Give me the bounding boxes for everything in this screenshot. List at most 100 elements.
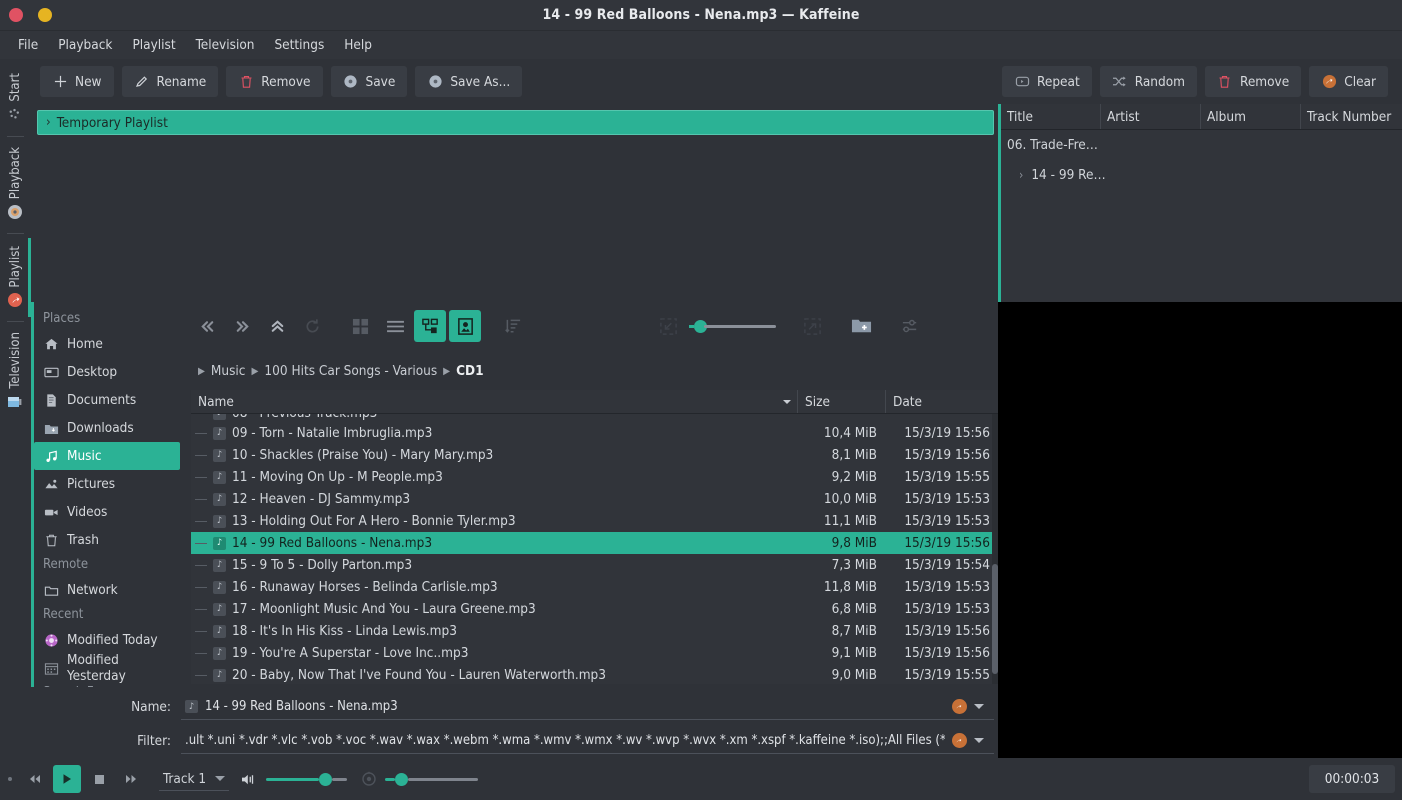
places-item-music[interactable]: Music [34,442,180,470]
places-item-network[interactable]: Network [34,576,180,604]
breadcrumb-item-cd1[interactable]: CD1 [451,361,488,381]
remove-button[interactable]: Remove [226,66,323,97]
volume-icon[interactable] [241,772,258,787]
table-row[interactable]: ♪ 16 - Runaway Horses - Belinda Carlisle.… [191,576,998,598]
zoom-in-icon[interactable] [796,310,828,342]
places-item-home[interactable]: Home [34,330,180,358]
menu-file[interactable]: File [8,34,48,56]
zoom-slider[interactable] [689,319,776,333]
remove-entry-button[interactable]: Remove [1204,66,1302,97]
table-row[interactable]: ♪ 20 - Baby, Now That I've Found You - La… [191,664,998,684]
entries-column-artist[interactable]: Artist [1101,104,1201,129]
clear-icon[interactable] [952,733,967,748]
chevron-down-icon[interactable] [974,738,984,743]
volume-slider-track[interactable] [332,777,348,781]
new-folder-icon[interactable] [845,310,877,342]
icons-view-icon[interactable] [344,310,376,342]
places-item-trash[interactable]: Trash [34,526,180,554]
save-as-button[interactable]: Save As... [415,66,523,97]
sidebar-tab-television[interactable]: Television [0,326,31,419]
reload-icon[interactable] [296,310,328,342]
zoom-slider-track[interactable] [704,324,776,328]
breadcrumb-item-music[interactable]: Music [206,361,251,381]
chevron-right-icon[interactable]: › [1019,168,1023,182]
table-row[interactable]: ♪ 11 - Moving On Up - M People.mp3 9,2 MiB… [191,466,998,488]
column-header-size[interactable]: Size [798,390,886,413]
entries-row[interactable]: 06. Trade-Fre… [1001,130,1402,160]
menu-television[interactable]: Television [186,34,265,56]
video-output-area[interactable] [998,302,1402,758]
preview-icon[interactable] [449,310,481,342]
next-button[interactable] [117,765,145,793]
chevron-down-icon[interactable] [974,704,984,709]
brightness-slider-handle[interactable] [395,772,409,786]
places-item-pictures[interactable]: Pictures [34,470,180,498]
track-selector[interactable]: Track 1 [159,767,230,791]
playlist-tree-row[interactable]: › Temporary Playlist [37,110,994,135]
table-row[interactable]: ♪ 12 - Heaven - DJ Sammy.mp3 10,0 MiB 15/3/… [191,488,998,510]
brightness-slider-track[interactable] [408,777,479,781]
places-item-downloads[interactable]: Downloads [34,414,180,442]
forward-icon[interactable] [226,310,258,342]
table-row[interactable]: ♪ 08 - Previous Track.mp3 [191,414,998,422]
entries-row[interactable]: › 14 - 99 Re… [1001,160,1402,190]
menu-playback[interactable]: Playback [48,34,122,56]
compact-view-icon[interactable] [379,310,411,342]
places-item-videos[interactable]: Videos [34,498,180,526]
zoom-out-icon[interactable] [652,310,684,342]
play-button[interactable] [53,765,81,793]
places-item-desktop[interactable]: Desktop [34,358,180,386]
random-button-label: Random [1134,73,1185,90]
brightness-icon[interactable] [361,771,377,787]
places-item-modified-yesterday[interactable]: Modified Yesterday [34,652,180,684]
entries-column-title[interactable]: Title [1001,104,1101,129]
table-row[interactable]: ♪ 13 - Holding Out For A Hero - Bonnie Ty… [191,510,998,532]
entries-column-album[interactable]: Album [1201,104,1301,129]
name-input[interactable]: ♪ 14 - 99 Red Balloons - Nena.mp3 [181,694,994,720]
places-item-documents[interactable]: Documents [34,386,180,414]
menu-help[interactable]: Help [334,34,382,56]
new-button[interactable]: New [40,66,114,97]
audio-file-icon: ♪ [213,646,226,660]
sidebar-tab-start[interactable]: Start [0,67,31,132]
previous-button[interactable] [21,765,49,793]
filter-field-label: Filter: [137,733,171,749]
column-header-date[interactable]: Date [886,390,998,413]
volume-slider[interactable] [266,772,348,786]
back-icon[interactable] [191,310,223,342]
filter-input[interactable]: .ult *.uni *.vdr *.vlc *.vob *.voc *.wav… [181,728,994,754]
column-header-name[interactable]: Name [191,390,798,413]
file-size-cell: 6,8 MiB [831,601,877,617]
stop-button[interactable] [85,765,113,793]
menu-playlist[interactable]: Playlist [122,34,185,56]
menu-settings[interactable]: Settings [264,34,334,56]
clear-button[interactable]: Clear [1309,66,1388,97]
sort-icon[interactable] [497,310,529,342]
repeat-button[interactable]: Repeat [1002,66,1092,97]
table-row[interactable]: ♪ 15 - 9 To 5 - Dolly Parton.mp3 7,3 MiB 15… [191,554,998,576]
sidebar-tab-playback[interactable]: Playback [0,141,31,229]
volume-slider-handle[interactable] [319,772,333,786]
scrollbar-thumb[interactable] [992,564,998,674]
entries-column-track-number[interactable]: Track Number [1301,104,1402,129]
table-row[interactable]: ♪ 14 - 99 Red Balloons - Nena.mp3 9,8 MiB 1… [191,532,998,554]
clear-icon[interactable] [952,699,967,714]
table-row[interactable]: ♪ 18 - It's In His Kiss - Linda Lewis.mp3… [191,620,998,642]
table-row[interactable]: ♪ 09 - Torn - Natalie Imbruglia.mp3 10,4 M… [191,422,998,444]
detailed-tree-view-icon[interactable] [414,310,446,342]
sidebar-tab-playlist[interactable]: Playlist [0,237,31,318]
chevron-down-icon[interactable] [215,776,226,781]
save-button[interactable]: Save [330,66,408,97]
random-button[interactable]: Random [1099,66,1197,97]
brightness-slider[interactable] [385,772,479,786]
table-row[interactable]: ♪ 19 - You're A Superstar - Love Inc..mp3… [191,642,998,664]
table-row[interactable]: ♪ 10 - Shackles (Praise You) - Mary Mary.… [191,444,998,466]
rename-button[interactable]: Rename [121,66,219,97]
chevron-right-icon[interactable]: › [46,115,51,130]
options-icon[interactable] [894,310,926,342]
breadcrumb-item-album[interactable]: 100 Hits Car Songs - Various [259,361,442,381]
table-row[interactable]: ♪ 17 - Moonlight Music And You - Laura Gr… [191,598,998,620]
file-list-scrollbar[interactable] [992,414,998,684]
up-icon[interactable] [261,310,293,342]
places-item-modified-today[interactable]: Modified Today [34,626,180,654]
